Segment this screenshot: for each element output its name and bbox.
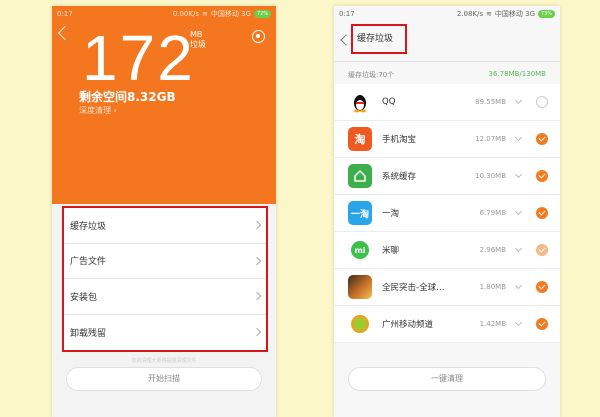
app-name: 米聊 — [382, 246, 400, 256]
chevron-down-icon[interactable] — [514, 207, 523, 216]
checkbox[interactable] — [536, 96, 548, 108]
app-row-taobao[interactable]: 淘 手机淘宝 12.07MB — [334, 121, 560, 158]
app-row-yitao[interactable]: 一淘 一淘 6.79MB — [334, 195, 560, 232]
chevron-right-icon — [252, 328, 262, 337]
category-row-ads[interactable]: 广告文件 — [64, 244, 266, 279]
app-row-system-cache[interactable]: 系统缓存 10.30MB — [334, 158, 560, 195]
category-label: 卸载残留 — [70, 328, 107, 339]
junk-category-list: 缓存垃圾 广告文件 安装包 卸载残留 — [62, 206, 268, 352]
unit-junk: 垃圾 — [190, 40, 206, 49]
yitao-icon: 一淘 — [348, 201, 372, 225]
chevron-right-icon — [252, 256, 262, 265]
checkbox-checked[interactable] — [536, 318, 548, 330]
app-name: 一淘 — [382, 209, 400, 219]
chevron-down-icon[interactable] — [514, 244, 523, 253]
start-scan-button[interactable]: 开始扫描 — [66, 367, 262, 391]
app-size: 1.80MB — [479, 283, 506, 291]
game-icon — [348, 275, 372, 299]
one-click-clean-button[interactable]: 一键清理 — [348, 367, 546, 391]
settings-icon[interactable] — [252, 30, 265, 43]
carrier-name: 中国移动 3G — [494, 10, 535, 18]
qq-icon — [348, 90, 372, 114]
phone-right: 0:17 2.08K/s ≋ 中国移动 3G 73% 缓存垃圾 缓存垃圾:70个… — [334, 6, 560, 417]
category-row-cache[interactable]: 缓存垃圾 — [64, 208, 266, 244]
app-row-game[interactable]: 全民突击-全球… 1.80MB — [334, 269, 560, 306]
category-row-apk[interactable]: 安装包 — [64, 279, 266, 315]
app-row-miliao[interactable]: mi 米聊 2.96MB — [334, 232, 560, 269]
remaining-space: 剩余空间8.32GB — [79, 90, 176, 104]
junk-size-unit: MB 垃圾 — [190, 30, 206, 50]
cache-summary: 缓存垃圾:70个 36.78MB/130MB — [348, 70, 546, 80]
app-name: 手机淘宝 — [382, 135, 417, 145]
page-title: 缓存垃圾 — [351, 24, 407, 54]
category-row-residual[interactable]: 卸载残留 — [64, 315, 266, 351]
junk-summary-panel: 0:17 0.00K/s ≋ 中国移动 3G 72% 172 MB 垃圾 剩余空… — [52, 6, 276, 204]
coin-icon — [348, 312, 372, 336]
back-arrow-icon[interactable] — [340, 34, 352, 46]
cache-app-list: QQ 89.55MB 淘 手机淘宝 12.07MB 系统缓存 10.30MB 一 — [334, 84, 560, 343]
back-arrow-icon[interactable] — [57, 25, 73, 41]
app-row-gz-mobile[interactable]: 广州移动频道 1.42MB — [334, 306, 560, 343]
network-speed: 2.08K/s — [456, 10, 484, 18]
category-label: 广告文件 — [70, 257, 107, 268]
phone-left: 0:17 0.00K/s ≋ 中国移动 3G 72% 172 MB 垃圾 剩余空… — [52, 6, 276, 417]
wifi-icon: ≋ — [486, 10, 492, 18]
app-size: 89.55MB — [475, 98, 506, 106]
app-name: 广州移动频道 — [382, 320, 434, 330]
chevron-down-icon[interactable] — [514, 318, 523, 327]
checkbox-checked[interactable] — [536, 281, 548, 293]
chevron-down-icon[interactable] — [514, 96, 523, 105]
unit-mb: MB — [190, 30, 203, 39]
app-size: 10.30MB — [475, 172, 506, 180]
carrier-name: 中国移动 3G — [210, 10, 251, 18]
scan-tip: 您的清理大师将提醒清理文件 — [131, 358, 197, 364]
app-size: 1.42MB — [479, 320, 506, 328]
svg-text:mi: mi — [354, 246, 365, 255]
deep-clean-link[interactable]: 深度清理 › — [79, 105, 117, 116]
taobao-icon: 淘 — [348, 127, 372, 151]
chevron-down-icon[interactable] — [514, 170, 523, 179]
app-size: 6.79MB — [479, 209, 506, 217]
chevron-down-icon[interactable] — [514, 133, 523, 142]
status-bar: 0:17 2.08K/s ≋ 中国移动 3G 73% — [334, 6, 560, 22]
page-header: 缓存垃圾 — [334, 22, 560, 62]
miliao-icon: mi — [348, 238, 372, 262]
junk-size-number: 172 — [82, 22, 195, 94]
checkbox-checked[interactable] — [536, 244, 548, 256]
checkbox-checked[interactable] — [536, 133, 548, 145]
status-bar: 0:17 0.00K/s ≋ 中国移动 3G 72% — [52, 6, 276, 22]
checkbox-checked[interactable] — [536, 207, 548, 219]
app-name: QQ — [382, 97, 396, 107]
app-name: 全民突击-全球… — [382, 283, 445, 293]
cache-count: 缓存垃圾:70个 — [348, 71, 395, 79]
battery-icon: 72% — [254, 10, 271, 18]
chevron-down-icon[interactable] — [514, 281, 523, 290]
status-time: 0:17 — [57, 10, 73, 18]
checkbox-checked[interactable] — [536, 170, 548, 182]
chevron-right-icon — [252, 292, 262, 301]
system-cache-icon — [348, 164, 372, 188]
app-name: 系统缓存 — [382, 172, 417, 182]
wifi-icon: ≋ — [202, 10, 208, 18]
status-time: 0:17 — [339, 10, 355, 18]
app-size: 2.96MB — [479, 246, 506, 254]
chevron-right-icon — [252, 221, 262, 230]
app-row-qq[interactable]: QQ 89.55MB — [334, 84, 560, 121]
battery-icon: 73% — [538, 10, 555, 18]
cache-size-total: 36.78MB/130MB — [488, 70, 546, 78]
category-label: 安装包 — [70, 292, 98, 303]
network-speed: 0.00K/s — [172, 10, 200, 18]
category-label: 缓存垃圾 — [70, 221, 107, 232]
app-size: 12.07MB — [475, 135, 506, 143]
